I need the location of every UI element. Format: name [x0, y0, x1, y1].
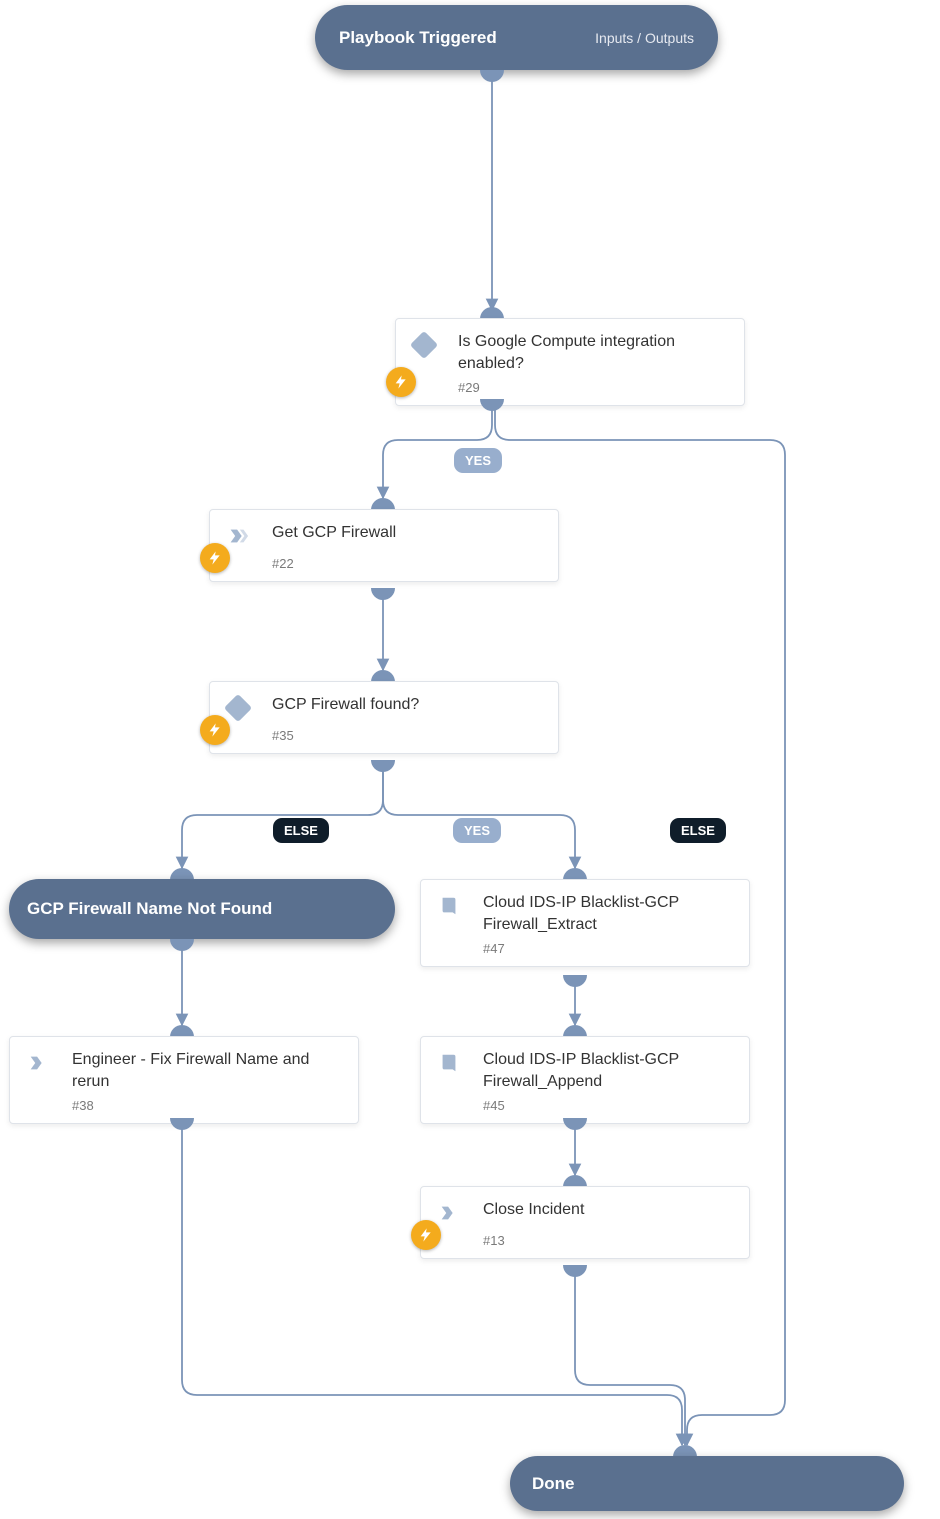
playbook-diagram: Playbook Triggered Inputs / Outputs Is G…: [0, 0, 940, 1519]
end-node[interactable]: Done: [510, 1456, 904, 1511]
section-title: GCP Firewall Name Not Found: [27, 899, 272, 919]
task-node-22[interactable]: Get GCP Firewall #22: [209, 509, 559, 582]
edge-label-else: ELSE: [670, 818, 726, 843]
node-label: Engineer - Fix Firewall Name and rerun: [72, 1049, 344, 1092]
condition-icon: [410, 331, 438, 359]
chevron-icon: [435, 1199, 463, 1227]
start-node[interactable]: Playbook Triggered Inputs / Outputs: [315, 5, 718, 70]
node-label: Close Incident: [483, 1199, 584, 1221]
start-title: Playbook Triggered: [339, 28, 497, 48]
bolt-icon: [386, 367, 416, 397]
condition-node-29[interactable]: Is Google Compute integration enabled? #…: [395, 318, 745, 406]
chevron-icon: [24, 1049, 52, 1077]
node-label: Is Google Compute integration enabled?: [458, 331, 730, 374]
playbook-icon: [435, 892, 463, 920]
node-id: #29: [458, 380, 730, 395]
flow-edges: [0, 0, 940, 1519]
bolt-icon: [200, 715, 230, 745]
node-id: #47: [483, 941, 735, 956]
end-title: Done: [532, 1474, 575, 1494]
section-header-notfound[interactable]: GCP Firewall Name Not Found: [9, 879, 395, 939]
task-node-13[interactable]: Close Incident #13: [420, 1186, 750, 1259]
condition-node-35[interactable]: GCP Firewall found? #35: [209, 681, 559, 754]
edge-label-yes: YES: [454, 448, 502, 473]
task-node-47[interactable]: Cloud IDS-IP Blacklist-GCP Firewall_Extr…: [420, 879, 750, 967]
edge-label-else: ELSE: [273, 818, 329, 843]
condition-icon: [224, 694, 252, 722]
node-id: #45: [483, 1098, 735, 1113]
bolt-icon: [411, 1220, 441, 1250]
edge-label-yes: YES: [453, 818, 501, 843]
task-node-45[interactable]: Cloud IDS-IP Blacklist-GCP Firewall_Appe…: [420, 1036, 750, 1124]
node-label: GCP Firewall found?: [272, 694, 419, 716]
node-label: Get GCP Firewall: [272, 522, 396, 544]
node-id: #38: [72, 1098, 344, 1113]
node-label: Cloud IDS-IP Blacklist-GCP Firewall_Appe…: [483, 1049, 735, 1092]
task-node-38[interactable]: Engineer - Fix Firewall Name and rerun #…: [9, 1036, 359, 1124]
chevron-icon: [224, 522, 252, 550]
playbook-icon: [435, 1049, 463, 1077]
node-label: Cloud IDS-IP Blacklist-GCP Firewall_Extr…: [483, 892, 735, 935]
node-id: #35: [272, 728, 544, 743]
bolt-icon: [200, 543, 230, 573]
node-id: #22: [272, 556, 544, 571]
io-link[interactable]: Inputs / Outputs: [595, 30, 694, 46]
node-id: #13: [483, 1233, 735, 1248]
